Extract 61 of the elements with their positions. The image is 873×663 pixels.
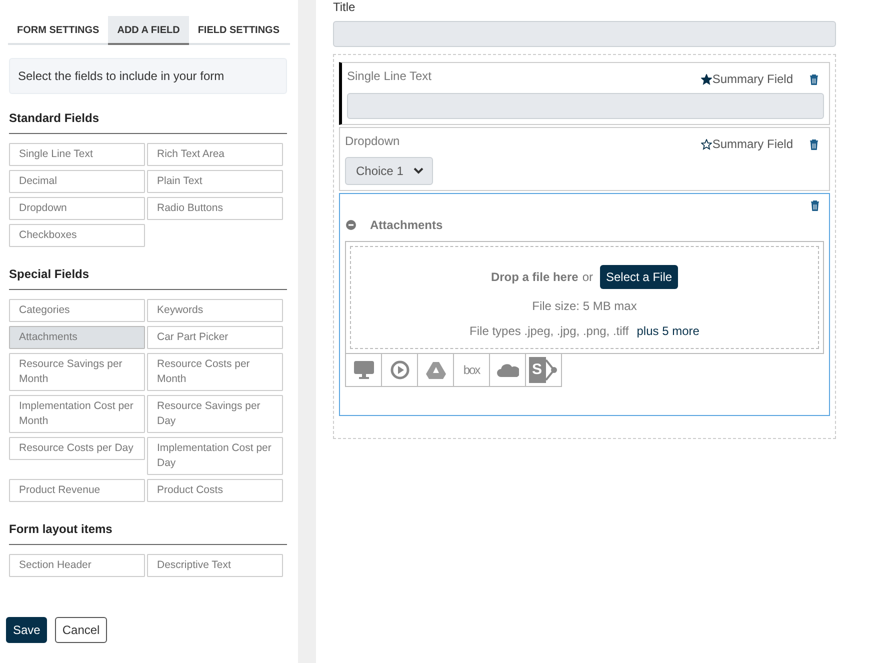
play-circle-icon (390, 360, 410, 380)
field-type-button[interactable]: Checkboxes (9, 224, 145, 247)
section-title: Attachments (370, 217, 443, 234)
share-icon (546, 357, 558, 383)
star-icon[interactable] (701, 138, 712, 150)
cloud-icon (496, 361, 518, 379)
text-input[interactable] (347, 93, 824, 119)
field-type-button[interactable]: Rich Text Area (147, 143, 283, 166)
field-type-button[interactable]: Implementation Cost per Month (9, 395, 145, 433)
more-types-link[interactable]: plus 5 more (636, 322, 700, 340)
field-type-button[interactable]: Keywords (147, 299, 283, 322)
summary-field-label: Summary Field (712, 136, 793, 153)
field-type-button[interactable]: Section Header (9, 554, 145, 577)
field-label: Single Line Text (347, 68, 432, 85)
box-logo: box (463, 362, 480, 379)
info-message: Select the fields to include in your form (9, 58, 287, 94)
summary-field-label: Summary Field (712, 71, 793, 88)
field-type-button[interactable]: Descriptive Text (147, 554, 283, 577)
field-type-button[interactable]: Implementation Cost per Day (147, 437, 283, 475)
cancel-button[interactable]: Cancel (55, 617, 107, 643)
file-size-text: File size: 5 MB max (531, 298, 638, 315)
section-heading: Form layout items (9, 520, 287, 545)
chevron-down-icon (413, 167, 424, 175)
field-type-button[interactable]: Dropdown (9, 197, 145, 220)
field-type-button[interactable]: Categories (9, 299, 145, 322)
sharepoint-logo: S (528, 357, 546, 383)
field-type-button[interactable]: Attachments (9, 326, 145, 349)
tab[interactable]: FORM SETTINGS (8, 16, 108, 45)
select-file-button[interactable]: Select a File (600, 265, 678, 289)
field-type-button[interactable]: Resource Savings per Month (9, 353, 145, 391)
source-button[interactable] (345, 354, 382, 387)
field-type-button[interactable]: Product Revenue (9, 479, 145, 502)
field-type-button[interactable]: Resource Savings per Day (147, 395, 283, 433)
triangle-icon (426, 360, 446, 380)
tab[interactable]: FIELD SETTINGS (188, 16, 288, 45)
or-text: or (582, 269, 593, 286)
field-type-button[interactable]: Decimal (9, 170, 145, 193)
field-type-button[interactable]: Radio Buttons (147, 197, 283, 220)
field-type-button[interactable]: Plain Text (147, 170, 283, 193)
source-button[interactable]: S (525, 354, 562, 387)
field-type-button[interactable]: Resource Costs per Day (9, 437, 145, 460)
field-type-button[interactable]: Resource Costs per Month (147, 353, 283, 391)
drop-text: Drop a file here (490, 269, 578, 286)
save-button[interactable]: Save (6, 617, 48, 643)
delete-icon[interactable] (809, 74, 819, 84)
dropdown-select[interactable]: Choice 1 (345, 157, 434, 185)
computer-icon (352, 360, 374, 380)
tab[interactable]: ADD A FIELD (108, 16, 189, 45)
section-heading: Standard Fields (9, 109, 287, 134)
field-type-button[interactable]: Single Line Text (9, 143, 145, 166)
title-input[interactable] (333, 21, 836, 47)
file-types-text: File types .jpeg, .jpg, .png, .tiff (470, 323, 629, 340)
field-label: Dropdown (345, 133, 400, 150)
delete-icon[interactable] (809, 138, 819, 150)
delete-icon[interactable] (810, 200, 820, 211)
field-label: Title (333, 0, 356, 14)
field-type-button[interactable]: Car Part Picker (147, 326, 283, 349)
field-type-button[interactable]: Product Costs (147, 479, 283, 502)
section-heading: Special Fields (9, 265, 287, 290)
collapse-icon[interactable] (346, 220, 356, 230)
star-icon[interactable] (701, 74, 712, 84)
